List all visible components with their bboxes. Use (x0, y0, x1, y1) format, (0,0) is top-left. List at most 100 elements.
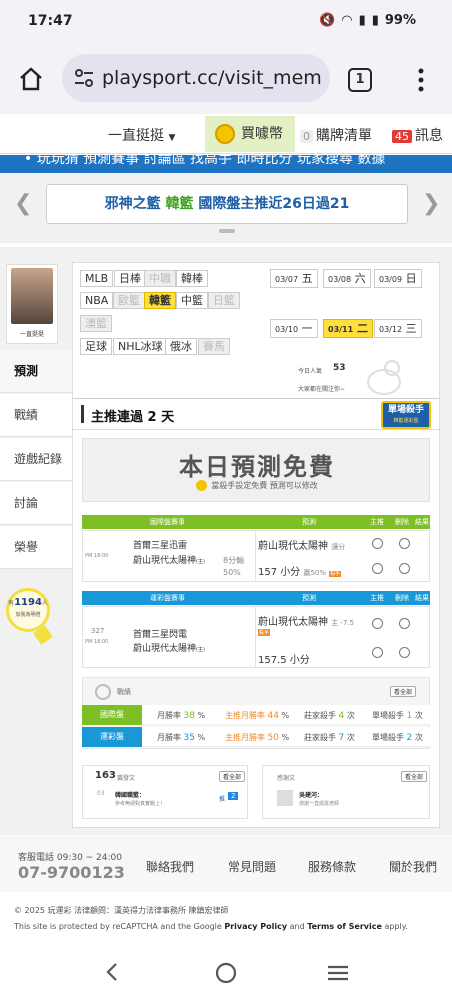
game-time: PM 18:00 (85, 553, 109, 559)
league-chip: 賽馬 (198, 338, 230, 355)
mute-icon: 🔇 (319, 13, 336, 28)
league-chip[interactable]: 韓棒 (176, 270, 208, 287)
sport-kill-unit: 次 (414, 733, 423, 742)
messages-link[interactable]: 45 訊息 (392, 125, 443, 145)
game-number: 327 (91, 627, 105, 635)
sport-header-pred: 預測 (302, 594, 316, 602)
buy-coins-button[interactable]: 買噱幣 (205, 116, 295, 152)
avatar[interactable] (11, 268, 53, 324)
main-category-nav[interactable]: • 玩玩猜 預測賽事 討論區 找高手 即時比分 玩家搜尋 數據 (0, 155, 452, 173)
delete-radio[interactable] (399, 647, 410, 658)
side-tab-record[interactable]: 戰績 (0, 394, 72, 437)
tip-icon (196, 480, 208, 491)
main-pick-radio[interactable] (372, 563, 383, 574)
league-chip[interactable]: 中籃 (176, 292, 208, 309)
date-chip-selected[interactable]: 03/11 二 (323, 319, 374, 338)
fans-unit: 人 (41, 600, 48, 607)
fans-lightbulb[interactable]: 有1194人 加我為明燈 (6, 588, 53, 646)
cart-count-badge: 0 (300, 130, 313, 143)
intl-table-header: 國際盤賽事 預測 主推 刪除 結果 (82, 515, 430, 529)
banner-headline[interactable]: 邪神之籃 韓籃 國際盤主推近26日過21 (46, 184, 408, 224)
team-home-name: 蔚山現代太陽神 (133, 644, 197, 654)
intl-game-killer: 單場殺手 1 次 (372, 710, 423, 721)
main-pick-radio[interactable] (372, 538, 383, 549)
more-menu-icon[interactable] (416, 68, 426, 92)
pick-total-tag: 贏50% (303, 569, 327, 577)
league-chip[interactable]: 日棒 (114, 270, 146, 287)
recents-icon[interactable] (326, 964, 350, 982)
browser-toolbar: playsport.cc/visit_mem 1 (0, 44, 452, 114)
killer-badge[interactable]: 單場殺手 韓籃運彩盤 (381, 401, 431, 429)
sport-month-rate: 月勝率 35 % (157, 732, 205, 743)
pick-total[interactable]: 157 小分 贏50% 殺手 (258, 563, 342, 578)
thanks-all-button[interactable]: 看全部 (401, 771, 428, 782)
pick-total[interactable]: 157.5 小分 (258, 651, 310, 666)
posts-label: 篇發文 (117, 775, 136, 782)
date-chip[interactable]: 03/12 三 (374, 319, 422, 338)
pick-spread[interactable]: 蔚山現代太陽神 主 -7.5 (258, 613, 354, 628)
footer-link-about[interactable]: 關於我們 (389, 858, 437, 875)
footer-link-terms[interactable]: 服務條款 (308, 858, 356, 875)
date-chip[interactable]: 03/07 五 (270, 269, 318, 288)
date-chip[interactable]: 03/09 日 (374, 269, 422, 288)
sport-game-killer: 單場殺手 2 次 (372, 732, 423, 743)
banner-suffix: 國際盤主推近26日過21 (198, 196, 350, 212)
league-chip[interactable]: 足球 (80, 338, 112, 355)
recaptcha-apply: apply. (381, 922, 408, 931)
prev-arrow-icon[interactable]: ❮ (14, 191, 32, 216)
privacy-policy-link[interactable]: Privacy Policy (224, 922, 287, 931)
footer-link-faq[interactable]: 常見問題 (228, 858, 276, 875)
sport-stat-label: 運彩盤 (82, 727, 142, 747)
date-chip-date: 03/11 (328, 325, 354, 334)
side-tab-predict[interactable]: 預測 (0, 350, 72, 393)
next-arrow-icon[interactable]: ❯ (422, 191, 440, 216)
fans-label: 加我為明燈 (15, 612, 41, 618)
site-settings-icon[interactable] (74, 69, 94, 87)
league-chip[interactable]: NBA (80, 292, 114, 309)
date-chip[interactable]: 03/08 六 (323, 269, 371, 288)
back-icon[interactable] (104, 962, 120, 982)
thanks-title[interactable]: 吳建河： (299, 790, 323, 799)
league-chip-selected[interactable]: 韓籃 (144, 292, 176, 309)
phone-number[interactable]: 07-9700123 (18, 863, 125, 882)
intl-main-unit: % (281, 711, 290, 720)
fans-count: 1194 (14, 597, 42, 608)
delete-radio[interactable] (399, 538, 410, 549)
cart-link[interactable]: 0 購牌清單 (300, 125, 372, 145)
post-title[interactable]: 韓國職籃： (115, 790, 145, 799)
pick-spread-team: 蔚山現代太陽神 (258, 617, 328, 628)
intl-header-result: 結果 (415, 518, 429, 526)
banner-prefix: 邪神之籃 (104, 196, 161, 212)
main-pick-radio[interactable] (372, 647, 383, 658)
footer-link-contact[interactable]: 聯絡我們 (146, 858, 194, 875)
messages-label: 訊息 (415, 128, 443, 144)
record-all-button[interactable]: 看全部 (390, 686, 417, 697)
thanks-author-avatar (277, 790, 293, 806)
side-tab-game-log[interactable]: 遊戲紀錄 (0, 438, 72, 481)
side-tab-honor[interactable]: 榮譽 (0, 526, 72, 569)
user-dropdown[interactable]: 一直挺挺 ▼ (108, 125, 175, 145)
intl-kill-value: 1 (406, 711, 413, 721)
post-index: 03 (97, 790, 105, 797)
league-chip[interactable]: MLB (80, 270, 114, 287)
team-home-name: 蔚山現代太陽神 (133, 556, 197, 566)
side-tab-discussion[interactable]: 討論 (0, 482, 72, 525)
league-chip[interactable]: 俄冰 (165, 338, 197, 355)
delete-radio[interactable] (399, 618, 410, 629)
home-nav-icon[interactable] (214, 961, 238, 985)
url-text: playsport.cc/visit_mem (102, 67, 322, 89)
sport-main-label: 主推月勝率 (225, 733, 265, 742)
posts-all-button[interactable]: 看全部 (219, 771, 246, 782)
home-icon[interactable] (18, 66, 44, 92)
address-bar[interactable]: playsport.cc/visit_mem (62, 54, 330, 102)
terms-link[interactable]: Terms of Service (307, 922, 382, 931)
league-chip[interactable]: NHL冰球 (113, 338, 168, 355)
date-chip[interactable]: 03/10 一 (270, 319, 318, 338)
date-chip-weekday: 二 (357, 322, 369, 335)
pick-spread[interactable]: 蔚山現代太陽神 讓分 (258, 537, 345, 552)
main-pick-radio[interactable] (372, 618, 383, 629)
sport-main-unit: % (281, 733, 290, 742)
sport-header-del: 刪除 (395, 594, 409, 602)
delete-radio[interactable] (399, 563, 410, 574)
tab-switcher-button[interactable]: 1 (348, 68, 372, 92)
